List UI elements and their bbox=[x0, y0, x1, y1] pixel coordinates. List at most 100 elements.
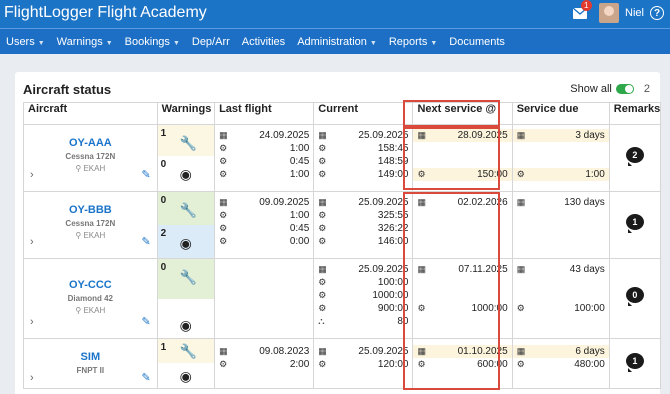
chevron-down-icon: ▼ bbox=[37, 39, 45, 47]
wheel-icon: ◉ bbox=[179, 166, 192, 182]
airframe-warning[interactable]: 1 🔧 bbox=[157, 125, 215, 156]
col-remarks: Remarks bbox=[608, 102, 662, 125]
chevron-down-icon: ▼ bbox=[105, 39, 113, 47]
help-icon[interactable]: ? bbox=[650, 6, 664, 20]
user-name[interactable]: Niel bbox=[625, 7, 644, 19]
airframe-warning[interactable]: 1 🔧 bbox=[157, 339, 215, 363]
current-cell: ▦ 25.09.2025 ⚙ 120:00 bbox=[313, 338, 414, 389]
service-due-cell: ▦ 130 days bbox=[511, 191, 610, 259]
aircraft-link[interactable]: OY-AAA bbox=[28, 137, 153, 149]
aircraft-type: Cessna 172N bbox=[65, 152, 116, 161]
show-all-toggle[interactable] bbox=[615, 84, 634, 94]
aircraft-cell: OY-AAA Cessna 172N ⚲ EKAH › ✎ bbox=[23, 124, 158, 192]
expand-chevron-icon[interactable]: › bbox=[30, 316, 34, 328]
calendar-icon: ▦ bbox=[219, 130, 228, 140]
current-cell: ▦ 25.09.2025 ⚙ 158:45 ⚙ 148:59 ⚙ 149:00 bbox=[313, 124, 414, 192]
remarks-cell: 1 bbox=[608, 191, 662, 259]
calendar-icon: ▦ bbox=[219, 197, 228, 207]
next-service-cell: ▦ 02.02.2026 bbox=[412, 191, 513, 259]
tyre-warning[interactable]: 2 ◉ bbox=[157, 225, 215, 258]
table-row: SIM FNPT II › ✎ 1 🔧 ◉ ▦ 09.08.2023 ⚙ 2:00 ▦… bbox=[23, 338, 662, 389]
aircraft-base: ⚲ EKAH bbox=[75, 164, 106, 173]
nav-bookings[interactable]: Bookings ▼ bbox=[119, 36, 186, 48]
engine-icon: ⚙ bbox=[318, 277, 327, 287]
wheel-icon: ◉ bbox=[179, 235, 192, 251]
engine-icon: ⚙ bbox=[516, 359, 525, 369]
nav-warnings[interactable]: Warnings ▼ bbox=[51, 36, 119, 48]
engine-icon: ⚙ bbox=[318, 236, 327, 246]
col-aircraft: Aircraft bbox=[23, 102, 158, 125]
nav-dep-arr[interactable]: Dep/Arr bbox=[186, 36, 236, 48]
aircraft-type: FNPT II bbox=[76, 366, 105, 375]
chevron-down-icon: ▼ bbox=[369, 39, 377, 47]
edit-pencil-icon[interactable]: ✎ bbox=[141, 315, 150, 328]
tyre-warning[interactable]: ◉ bbox=[158, 299, 214, 338]
engine-icon: ⚙ bbox=[219, 223, 228, 233]
table-row: OY-CCC Diamond 42 ⚲ EKAH › ✎ 0 🔧 ◉ ▦ 25.09… bbox=[23, 258, 662, 339]
tyre-warning[interactable]: ◉ bbox=[158, 363, 214, 388]
engine-icon: ⚙ bbox=[318, 210, 327, 220]
chevron-down-icon: ▼ bbox=[430, 39, 438, 47]
calendar-icon: ▦ bbox=[219, 346, 228, 356]
aircraft-type: Diamond 42 bbox=[67, 294, 113, 303]
wheel-icon: ◉ bbox=[179, 317, 192, 333]
next-service-cell: ▦ 28.09.2025 ⚙ 150:00 bbox=[412, 124, 513, 192]
aircraft-link[interactable]: SIM bbox=[28, 351, 153, 363]
airframe-warning[interactable]: 0 🔧 bbox=[157, 259, 215, 299]
col-next-service: Next service @ bbox=[412, 102, 513, 125]
edit-pencil-icon[interactable]: ✎ bbox=[141, 168, 150, 181]
aircraft-base: ⚲ EKAH bbox=[75, 306, 106, 315]
nav-activities[interactable]: Activities bbox=[236, 36, 291, 48]
expand-chevron-icon[interactable]: › bbox=[30, 372, 34, 384]
wrench-icon: 🔧 bbox=[179, 202, 198, 218]
wrench-icon: 🔧 bbox=[179, 135, 198, 151]
service-due-cell: ▦ 6 days ⚙ 480:00 bbox=[511, 338, 610, 389]
calendar-icon: ▦ bbox=[417, 346, 426, 356]
remarks-cell: 0 bbox=[608, 258, 662, 339]
col-warnings: Warnings bbox=[156, 102, 216, 125]
engine-icon: ⚙ bbox=[219, 169, 228, 179]
avatar[interactable] bbox=[599, 3, 620, 23]
nav-administration[interactable]: Administration ▼ bbox=[291, 36, 383, 48]
remarks-bubble-icon[interactable]: 0 bbox=[625, 287, 644, 306]
panel-title: Aircraft status bbox=[23, 82, 112, 97]
engine-icon: ⚙ bbox=[516, 169, 525, 179]
engine-icon: ⚙ bbox=[417, 359, 426, 369]
aircraft-link[interactable]: OY-BBB bbox=[28, 204, 153, 216]
remarks-bubble-icon[interactable]: 1 bbox=[625, 353, 644, 372]
engine-icon: ⚙ bbox=[318, 223, 327, 233]
aircraft-table: Aircraft Warnings Last flight Current Ne… bbox=[23, 102, 662, 389]
calendar-icon: ▦ bbox=[417, 264, 426, 274]
warnings-cell: 1 🔧 0 ◉ bbox=[156, 124, 216, 192]
aircraft-link[interactable]: OY-CCC bbox=[28, 279, 153, 291]
edit-pencil-icon[interactable]: ✎ bbox=[141, 371, 150, 384]
calendar-icon: ▦ bbox=[318, 264, 327, 274]
app-title[interactable]: FlightLogger Flight Academy bbox=[4, 4, 207, 22]
remarks-bubble-icon[interactable]: 1 bbox=[625, 214, 644, 233]
nav-reports[interactable]: Reports ▼ bbox=[383, 36, 443, 48]
calendar-icon: ▦ bbox=[516, 197, 526, 207]
current-cell: ▦ 25.09.2025 ⚙ 325:55 ⚙ 326:22 ⚙ 146:00 bbox=[313, 191, 414, 259]
calendar-icon: ▦ bbox=[417, 130, 426, 140]
nav-users[interactable]: Users ▼ bbox=[0, 36, 51, 48]
aircraft-base: ⚲ EKAH bbox=[75, 231, 106, 240]
remarks-cell: 1 bbox=[608, 338, 662, 389]
edit-pencil-icon[interactable]: ✎ bbox=[141, 235, 150, 248]
engine-icon: ⚙ bbox=[219, 359, 228, 369]
tyre-warning[interactable]: 0 ◉ bbox=[158, 156, 214, 191]
remarks-bubble-icon[interactable]: 2 bbox=[625, 147, 644, 166]
airframe-warning[interactable]: 0 🔧 bbox=[157, 192, 215, 225]
messages-button[interactable]: 1 bbox=[573, 0, 592, 23]
calendar-icon: ▦ bbox=[417, 197, 426, 207]
last-flight-cell: ▦ 09.09.2025 ⚙ 1:00 ⚙ 0:45 ⚙ 0:00 bbox=[214, 191, 315, 259]
col-current: Current bbox=[313, 102, 414, 125]
calendar-icon: ▦ bbox=[516, 346, 526, 356]
show-all-label: Show all bbox=[570, 83, 612, 95]
expand-chevron-icon[interactable]: › bbox=[30, 236, 34, 248]
next-service-cell: ▦ 07.11.2025 ⚙ 1000:00 bbox=[412, 258, 513, 339]
aircraft-type: Cessna 172N bbox=[65, 219, 116, 228]
expand-chevron-icon[interactable]: › bbox=[30, 169, 34, 181]
table-row: OY-AAA Cessna 172N ⚲ EKAH › ✎ 1 🔧 0 ◉ ▦ 24.… bbox=[23, 124, 662, 192]
nav-documents[interactable]: Documents bbox=[443, 36, 511, 48]
calendar-icon: ▦ bbox=[516, 264, 526, 274]
